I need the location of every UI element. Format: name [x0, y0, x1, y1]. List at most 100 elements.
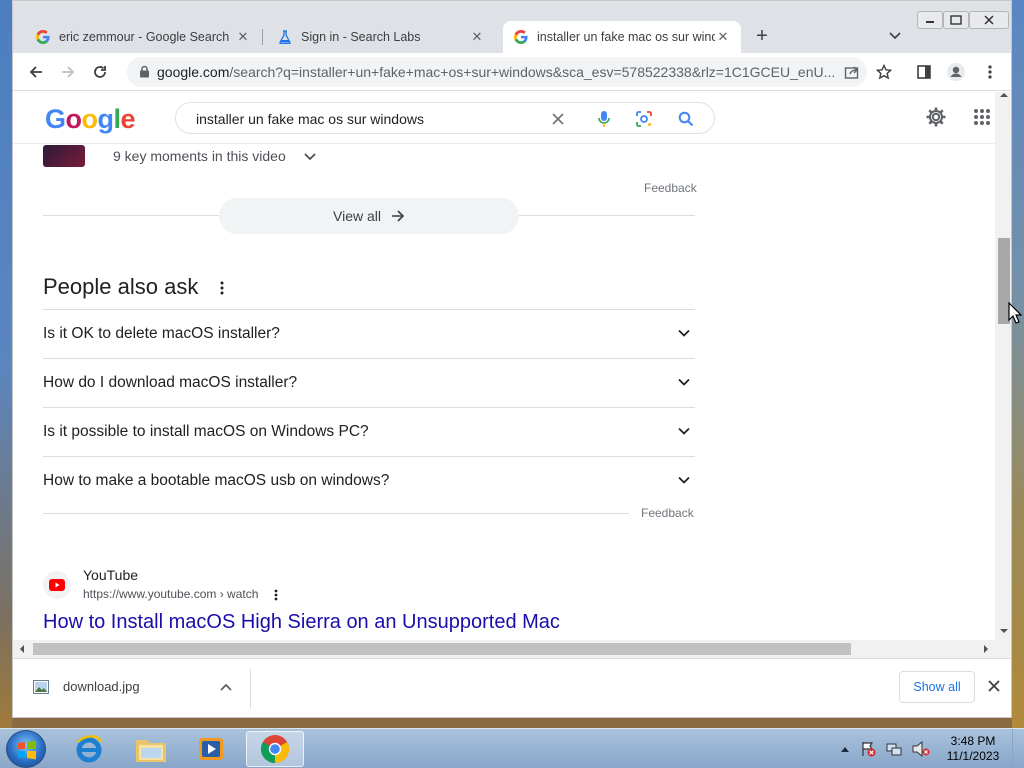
scroll-up-arrow-icon[interactable]: [1000, 92, 1008, 98]
chevron-down-icon: [678, 378, 690, 386]
more-options-icon[interactable]: [220, 281, 224, 295]
paa-question-text: Is it possible to install macOS on Windo…: [43, 423, 369, 440]
video-thumbnail[interactable]: [43, 145, 85, 167]
search-icon[interactable]: [676, 109, 696, 129]
lock-icon[interactable]: [139, 65, 150, 83]
reload-icon[interactable]: [89, 61, 111, 83]
image-file-icon: [33, 679, 49, 694]
scroll-down-arrow-icon[interactable]: [1000, 628, 1008, 634]
minimize-button[interactable]: [917, 11, 943, 29]
paa-question[interactable]: How do I download macOS installer?: [43, 358, 695, 407]
profile-avatar-icon[interactable]: [945, 61, 967, 83]
scroll-corner: [995, 640, 1011, 658]
divider: [43, 513, 629, 514]
labs-flask-icon: [277, 29, 293, 45]
tab-search-chevron-icon[interactable]: [887, 27, 903, 43]
maximize-button[interactable]: [943, 11, 969, 29]
start-button[interactable]: [6, 730, 46, 768]
close-window-button[interactable]: [969, 11, 1009, 29]
network-icon[interactable]: [886, 741, 902, 757]
taskbar-clock[interactable]: 3:48 PM 11/1/2023: [938, 734, 1008, 764]
google-header: Google installer un fake mac os sur wind…: [13, 92, 995, 144]
paa-question[interactable]: How to make a bootable macOS usb on wind…: [43, 456, 695, 505]
new-tab-button[interactable]: +: [751, 26, 773, 47]
close-tab-icon[interactable]: ✕: [469, 29, 485, 45]
paa-question-text: How do I download macOS installer?: [43, 374, 298, 391]
show-hidden-icons-icon[interactable]: [840, 745, 850, 753]
paa-title-text: People also ask: [43, 274, 199, 299]
horizontal-scroll-thumb[interactable]: [33, 643, 851, 655]
result-url[interactable]: https://www.youtube.com › watch: [83, 587, 278, 601]
internet-explorer-taskbar-icon[interactable]: [60, 731, 118, 767]
tab-installer-fake-mac[interactable]: installer un fake mac os sur windows ✕: [503, 21, 741, 53]
paa-question[interactable]: Is it possible to install macOS on Windo…: [43, 407, 695, 456]
clock-date: 11/1/2023: [946, 749, 1000, 763]
scroll-left-arrow-icon[interactable]: [19, 645, 25, 653]
action-center-flag-icon[interactable]: [860, 741, 876, 757]
result-url-text: https://www.youtube.com › watch: [83, 587, 259, 601]
url-host: google.com: [157, 64, 230, 80]
back-arrow-icon[interactable]: [25, 61, 47, 83]
key-moments-toggle[interactable]: 9 key moments in this video: [113, 148, 316, 164]
chevron-down-icon: [304, 153, 316, 161]
address-bar[interactable]: google.com/search?q=installer+un+fake+ma…: [127, 57, 867, 87]
volume-muted-icon[interactable]: [912, 741, 930, 757]
mouse-cursor-icon: [1008, 302, 1022, 324]
download-item[interactable]: download.jpg: [33, 679, 232, 694]
clear-search-icon[interactable]: [548, 109, 568, 129]
url-path: /search?q=installer+un+fake+mac+os+sur+w…: [229, 64, 836, 80]
vertical-scrollbar[interactable]: [995, 92, 1011, 640]
desktop-edge-right: [1012, 0, 1024, 728]
media-player-taskbar-icon[interactable]: [182, 731, 240, 767]
result-site-name[interactable]: YouTube: [83, 567, 138, 583]
arrow-right-icon: [392, 210, 405, 222]
apps-grid-icon[interactable]: [973, 108, 991, 131]
close-tab-icon[interactable]: ✕: [235, 29, 251, 45]
close-download-bar-icon[interactable]: [985, 677, 1003, 695]
tab-strip: eric zemmour - Google Search ✕ Sign in -…: [13, 1, 1011, 53]
system-tray: [840, 729, 930, 768]
show-all-downloads-button[interactable]: Show all: [899, 671, 975, 703]
google-g-icon: [35, 29, 51, 45]
tab-title: Sign in - Search Labs: [301, 30, 421, 44]
download-bar: download.jpg Show all: [13, 658, 1011, 717]
bookmark-star-icon[interactable]: [873, 61, 895, 83]
chrome-taskbar-icon[interactable]: [246, 731, 304, 767]
horizontal-scrollbar[interactable]: [13, 640, 995, 658]
tab-title: eric zemmour - Google Search: [59, 30, 230, 44]
settings-gear-icon[interactable]: [925, 106, 947, 133]
file-explorer-taskbar-icon[interactable]: [122, 731, 180, 767]
scroll-right-arrow-icon[interactable]: [983, 645, 989, 653]
close-tab-icon[interactable]: ✕: [715, 29, 731, 45]
chevron-down-icon: [678, 427, 690, 435]
web-page: Google installer un fake mac os sur wind…: [13, 92, 995, 640]
people-also-ask-title: People also ask: [43, 274, 224, 300]
tab-eric-zemmour[interactable]: eric zemmour - Google Search ✕: [25, 21, 261, 53]
feedback-link[interactable]: Feedback: [644, 181, 697, 195]
google-lens-icon[interactable]: [634, 109, 654, 129]
view-all-button[interactable]: View all: [219, 198, 519, 234]
show-desktop-button[interactable]: [1012, 729, 1024, 768]
more-options-icon[interactable]: [274, 589, 278, 601]
google-doodle-logo[interactable]: Google: [45, 104, 136, 135]
windows-logo-icon: [18, 740, 36, 760]
tab-search-labs[interactable]: Sign in - Search Labs ✕: [267, 21, 495, 53]
windows-taskbar: 3:48 PM 11/1/2023: [0, 728, 1024, 768]
search-query[interactable]: installer un fake mac os sur windows: [196, 111, 424, 127]
chevron-up-icon[interactable]: [219, 683, 232, 691]
paa-question-text: Is it OK to delete macOS installer?: [43, 325, 280, 342]
chevron-down-icon: [678, 329, 690, 337]
key-moments-label: 9 key moments in this video: [113, 148, 286, 164]
share-icon[interactable]: [841, 61, 863, 83]
result-title-link[interactable]: How to Install macOS High Sierra on an U…: [43, 611, 560, 634]
search-box[interactable]: installer un fake mac os sur windows: [175, 102, 715, 134]
paa-question[interactable]: Is it OK to delete macOS installer?: [43, 309, 695, 358]
download-filename: download.jpg: [63, 679, 140, 694]
clock-time: 3:48 PM: [950, 734, 996, 748]
microphone-icon[interactable]: [594, 109, 614, 129]
side-panel-icon[interactable]: [913, 61, 935, 83]
url-text: google.com/search?q=installer+un+fake+ma…: [157, 64, 837, 80]
chrome-menu-icon[interactable]: [979, 61, 1001, 83]
forward-arrow-icon[interactable]: [57, 61, 79, 83]
feedback-link[interactable]: Feedback: [641, 506, 694, 520]
